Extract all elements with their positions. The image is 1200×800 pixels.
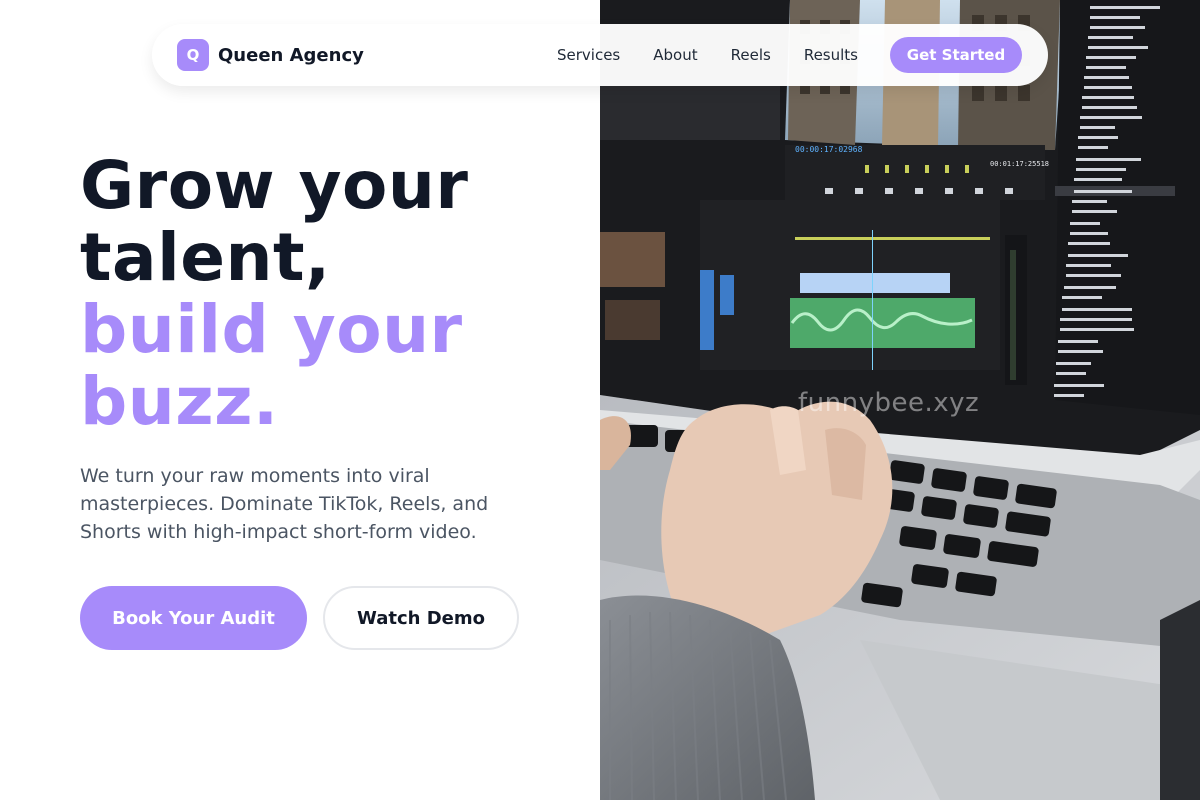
- hero-subtext: We turn your raw moments into viral mast…: [80, 465, 489, 543]
- headline-line-1: Grow your: [80, 147, 469, 224]
- watch-demo-button[interactable]: Watch Demo: [323, 586, 519, 650]
- nav-link-results[interactable]: Results: [804, 46, 858, 64]
- book-audit-button[interactable]: Book Your Audit: [80, 586, 307, 650]
- nav-link-services[interactable]: Services: [557, 46, 620, 64]
- nav-link-reels[interactable]: Reels: [731, 46, 771, 64]
- brand-name[interactable]: Queen Agency: [218, 45, 364, 66]
- headline-line-2: talent,: [80, 219, 331, 296]
- nav-link-about[interactable]: About: [653, 46, 697, 64]
- top-navbar: Q Queen Agency Services About Reels Resu…: [152, 24, 1048, 86]
- timecode-main: 00:00:17:02968: [795, 145, 863, 154]
- get-started-button[interactable]: Get Started: [890, 37, 1022, 73]
- timecode-right: 00:01:17:25518: [990, 160, 1049, 168]
- logo-badge[interactable]: Q: [177, 39, 209, 71]
- watermark: funnybee.xyz: [798, 388, 980, 418]
- landing-page: 00:00:17:02968 00:01:17:25518 funnybee.x…: [0, 0, 1200, 800]
- hero-headline: Grow your talent, build your buzz.: [80, 150, 468, 438]
- nav-links: Services About Reels Results: [557, 46, 858, 64]
- headline-line-4: buzz.: [80, 363, 279, 440]
- headline-line-3: build your: [80, 291, 463, 368]
